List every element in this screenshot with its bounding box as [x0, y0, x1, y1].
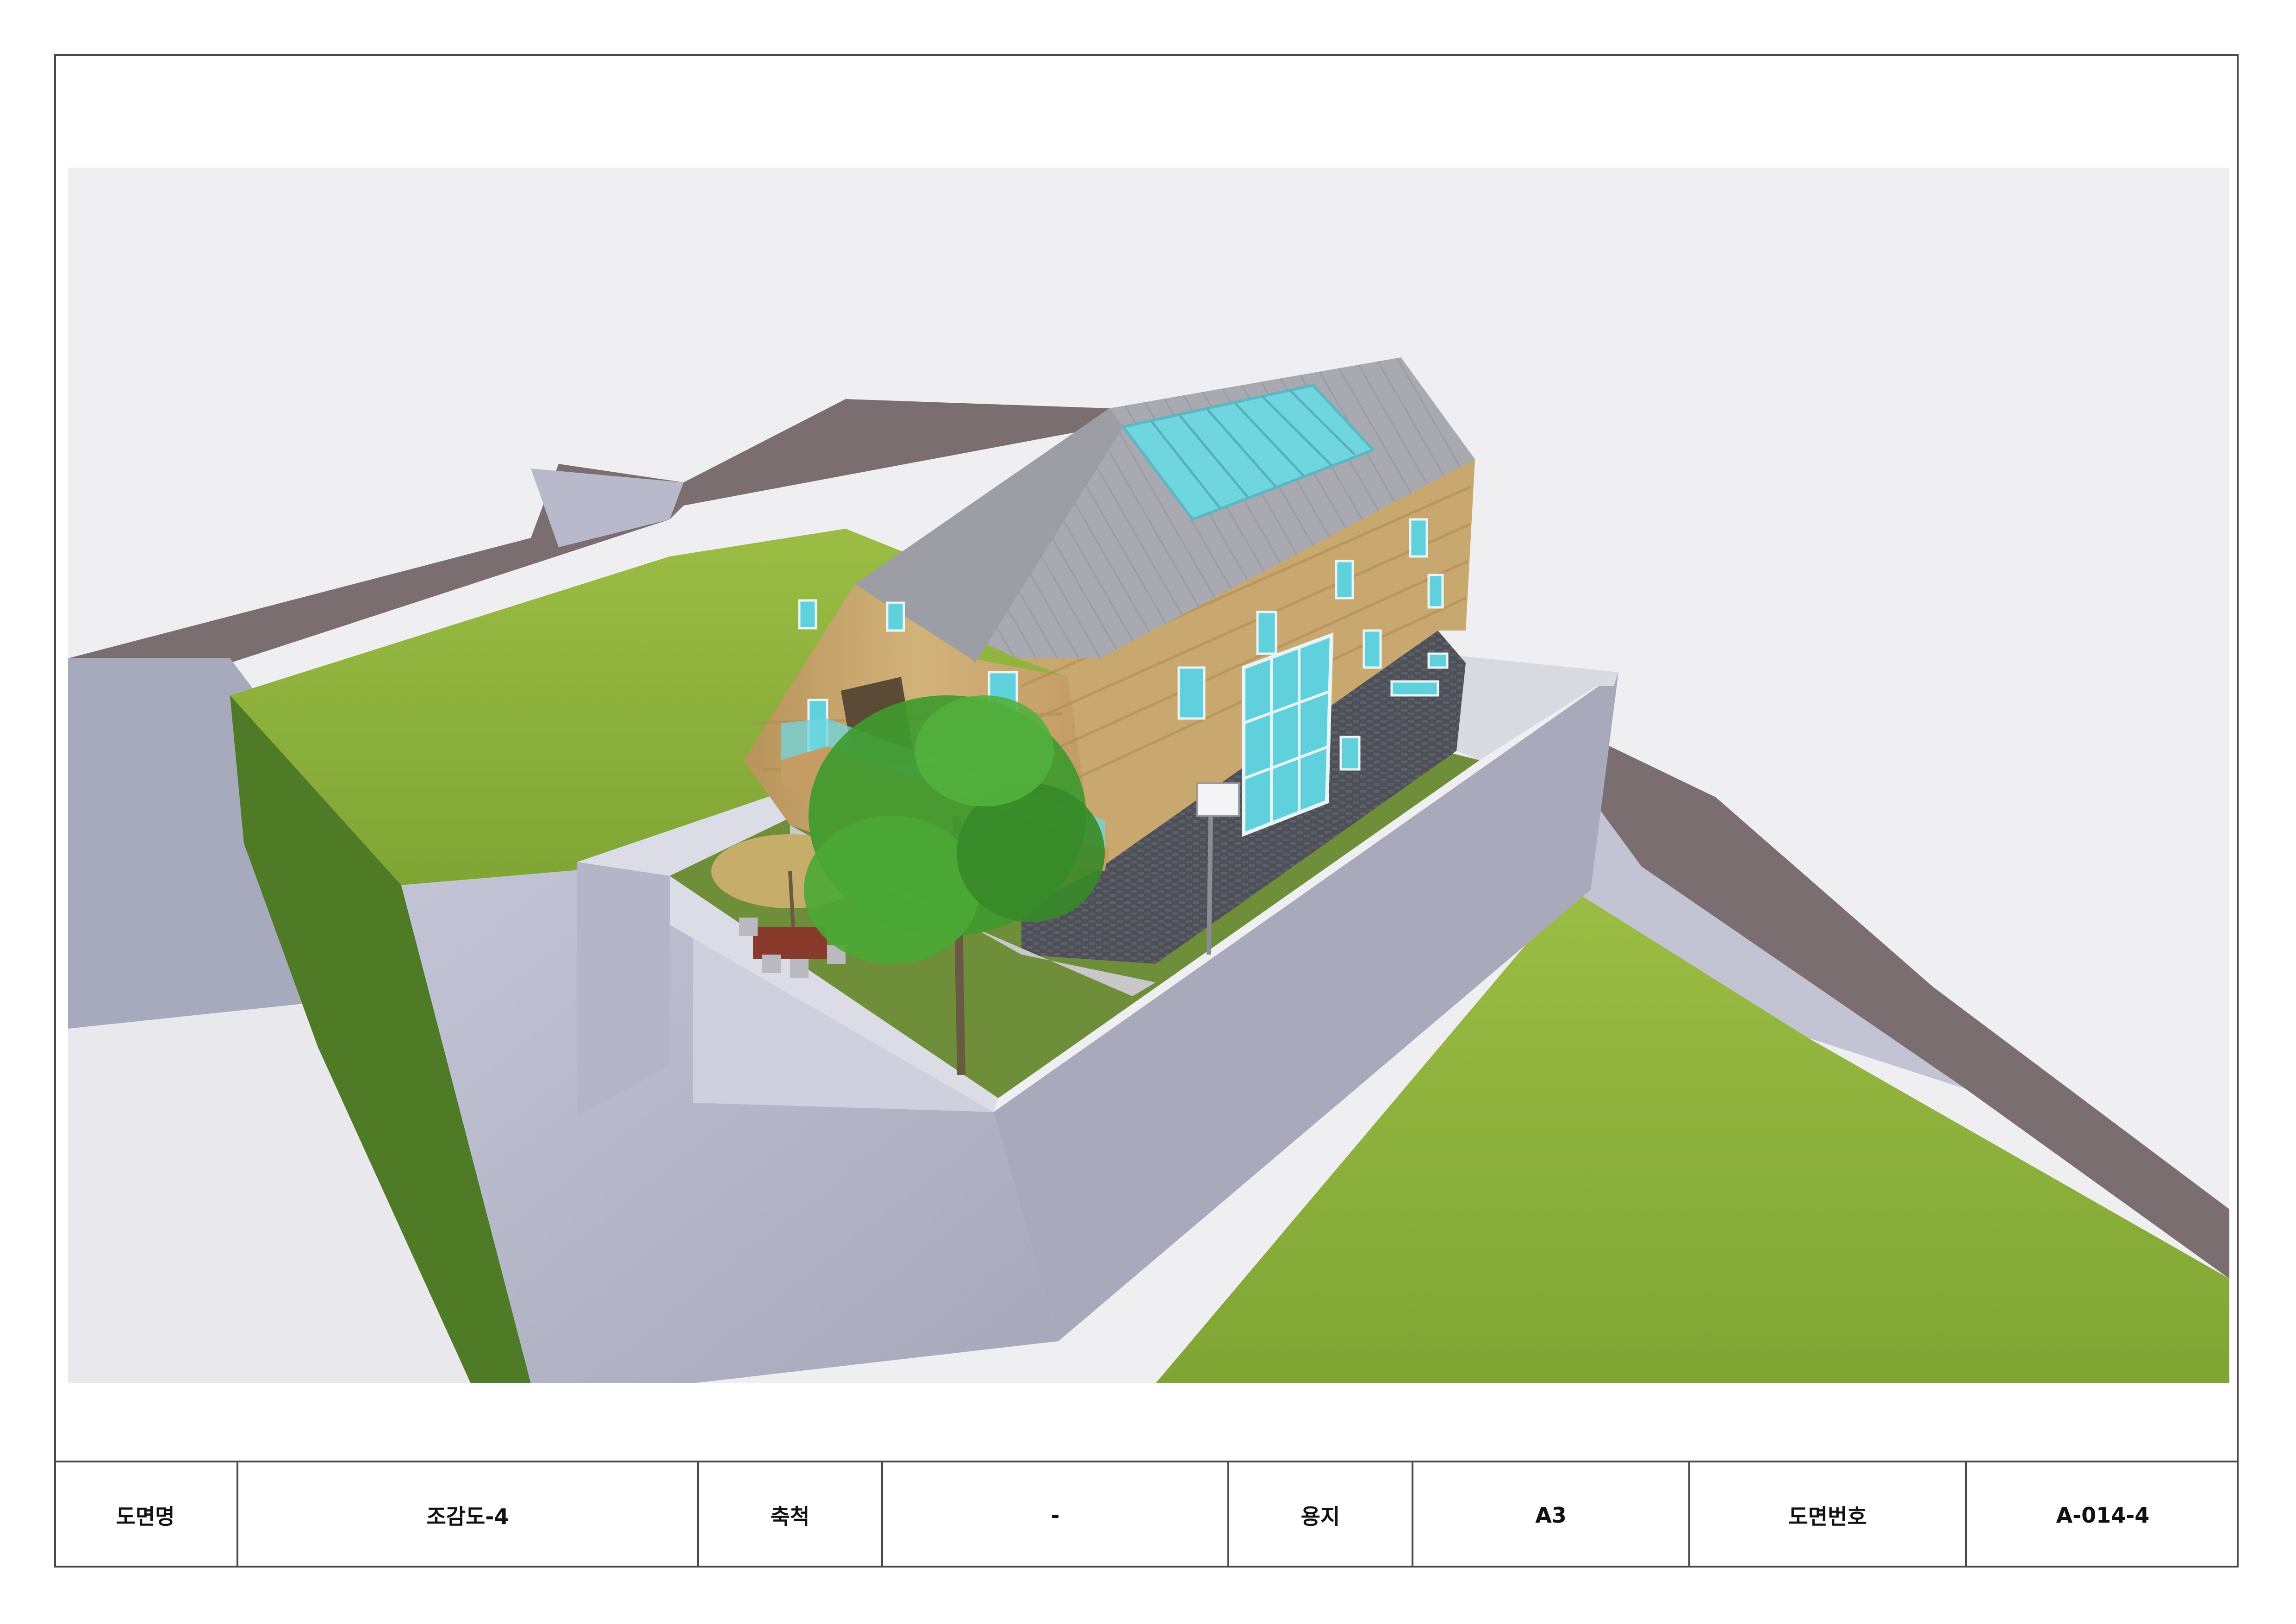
- window: [1256, 611, 1277, 655]
- hoop-backboard: [1196, 782, 1240, 817]
- aerial-rendering: [68, 168, 2229, 1383]
- window: [1339, 736, 1361, 771]
- window: [1177, 666, 1206, 720]
- drawing-number-value: A-014-4: [2056, 1502, 2150, 1528]
- paper-value: A3: [1413, 1462, 1690, 1568]
- window: [1427, 574, 1444, 609]
- curtain-wall: [1242, 632, 1334, 837]
- scale-value: -: [883, 1462, 1229, 1568]
- window: [1409, 518, 1428, 558]
- scale-label: 축척: [699, 1462, 883, 1568]
- drawing-number-label: 도면번호: [1690, 1462, 1967, 1568]
- drawing-name-value: 조감도-4: [238, 1462, 699, 1568]
- patio-chair: [739, 918, 758, 936]
- drawing-name-label: 도면명: [54, 1462, 238, 1568]
- patio-chair: [762, 955, 781, 973]
- window: [1363, 629, 1382, 669]
- rendering-canvas: [68, 168, 2229, 1383]
- title-block: 도면명 조감도-4 축척 - 용지 A3 도면번호 A-014-4: [54, 1461, 2239, 1568]
- patio-table: [753, 927, 827, 959]
- window: [1427, 652, 1449, 669]
- window: [1390, 680, 1439, 697]
- paper-label: 용지: [1229, 1462, 1413, 1568]
- tree-canopy: [804, 816, 980, 964]
- tree-canopy: [915, 695, 1054, 806]
- window: [798, 599, 817, 630]
- patio-chair: [790, 959, 809, 978]
- window: [1335, 560, 1354, 600]
- window: [886, 601, 905, 632]
